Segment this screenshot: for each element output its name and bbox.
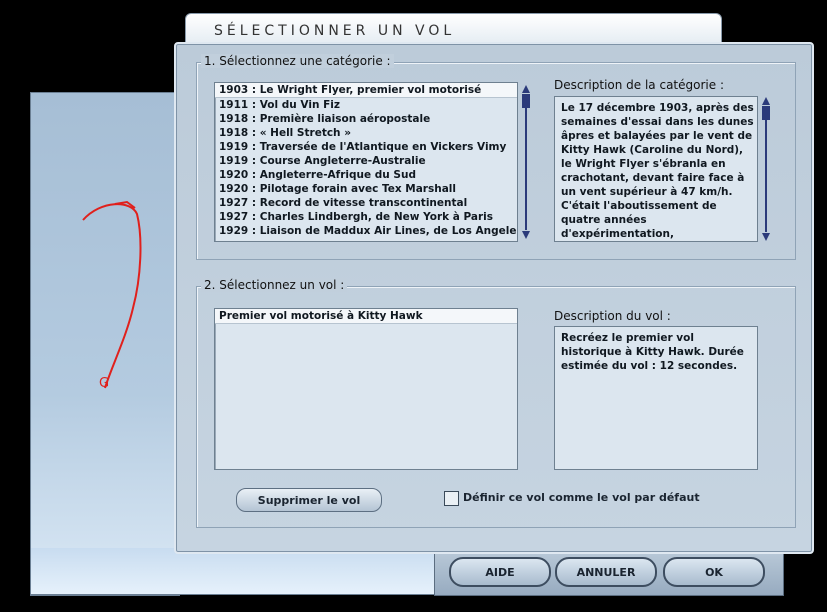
category-list-item[interactable]: 1919 : Traversée de l'Atlantique en Vick…: [215, 140, 517, 154]
category-list-item[interactable]: 1919 : Course Angleterre-Australie: [215, 154, 517, 168]
category-items: 1903 : Le Wright Flyer, premier vol moto…: [215, 83, 517, 238]
category-list[interactable]: 1903 : Le Wright Flyer, premier vol moto…: [214, 82, 518, 242]
flight-items: Premier vol motorisé à Kitty Hawk: [215, 309, 517, 324]
category-list-item[interactable]: 1927 : Record de vitesse transcontinenta…: [215, 196, 517, 210]
scroll-up-arrow-icon[interactable]: [761, 96, 771, 106]
category-list-item[interactable]: 1920 : Pilotage forain avec Tex Marshall: [215, 182, 517, 196]
scroll-track-line: [765, 106, 767, 232]
default-flight-checkbox[interactable]: [444, 491, 459, 506]
handwritten-mark: G: [99, 376, 110, 391]
category-list-item[interactable]: 1911 : Vol du Vin Fiz: [215, 98, 517, 112]
category-list-item[interactable]: 1929 : Liaison de Maddux Air Lines, de L…: [215, 224, 517, 238]
window-title: SÉLECTIONNER UN VOL: [214, 23, 456, 39]
flight-list[interactable]: Premier vol motorisé à Kitty Hawk: [214, 308, 518, 470]
flight-description-text: Recréez le premier vol historique à Kitt…: [561, 332, 744, 372]
scroll-down-arrow-icon[interactable]: [521, 230, 531, 240]
preview-panel-bottom: [30, 548, 437, 595]
category-list-item[interactable]: 1918 : Première liaison aéropostale: [215, 112, 517, 126]
cancel-button[interactable]: ANNULER: [555, 557, 657, 587]
scroll-up-arrow-icon[interactable]: [521, 84, 531, 94]
scroll-track-line: [525, 94, 527, 230]
scroll-thumb[interactable]: [522, 94, 530, 108]
flight-list-item[interactable]: Premier vol motorisé à Kitty Hawk: [215, 309, 517, 324]
category-list-item[interactable]: 1927 : Charles Lindbergh, de New York à …: [215, 210, 517, 224]
category-description-text: Le 17 décembre 1903, après des semaines …: [561, 102, 754, 240]
default-flight-label: Définir ce vol comme le vol par défaut: [463, 491, 700, 504]
footer-bar: AIDE ANNULER OK: [434, 550, 784, 596]
category-list-item[interactable]: 1903 : Le Wright Flyer, premier vol moto…: [215, 83, 517, 98]
scroll-down-arrow-icon[interactable]: [761, 232, 771, 242]
flight-description-box: Recréez le premier vol historique à Kitt…: [554, 326, 758, 470]
ok-button[interactable]: OK: [663, 557, 765, 587]
preview-panel: G: [30, 92, 180, 596]
help-button[interactable]: AIDE: [449, 557, 551, 587]
category-description-box: Le 17 décembre 1903, après des semaines …: [554, 96, 758, 242]
category-list-item[interactable]: 1920 : Angleterre-Afrique du Sud: [215, 168, 517, 182]
category-scrollbar[interactable]: [521, 84, 531, 240]
category-group-label: 1. Sélectionnez une catégorie :: [201, 54, 394, 68]
flight-description-title: Description du vol :: [554, 309, 671, 323]
flight-group-label: 2. Sélectionnez un vol :: [201, 278, 348, 292]
category-list-item[interactable]: 1918 : « Hell Stretch »: [215, 126, 517, 140]
select-flight-dialog: 1. Sélectionnez une catégorie : 1903 : L…: [174, 42, 814, 554]
scroll-thumb[interactable]: [762, 106, 770, 120]
delete-flight-button[interactable]: Supprimer le vol: [236, 488, 382, 512]
category-description-title: Description de la catégorie :: [554, 78, 724, 92]
red-question-mark-drawing: [82, 200, 142, 389]
description-scrollbar[interactable]: [761, 96, 771, 242]
